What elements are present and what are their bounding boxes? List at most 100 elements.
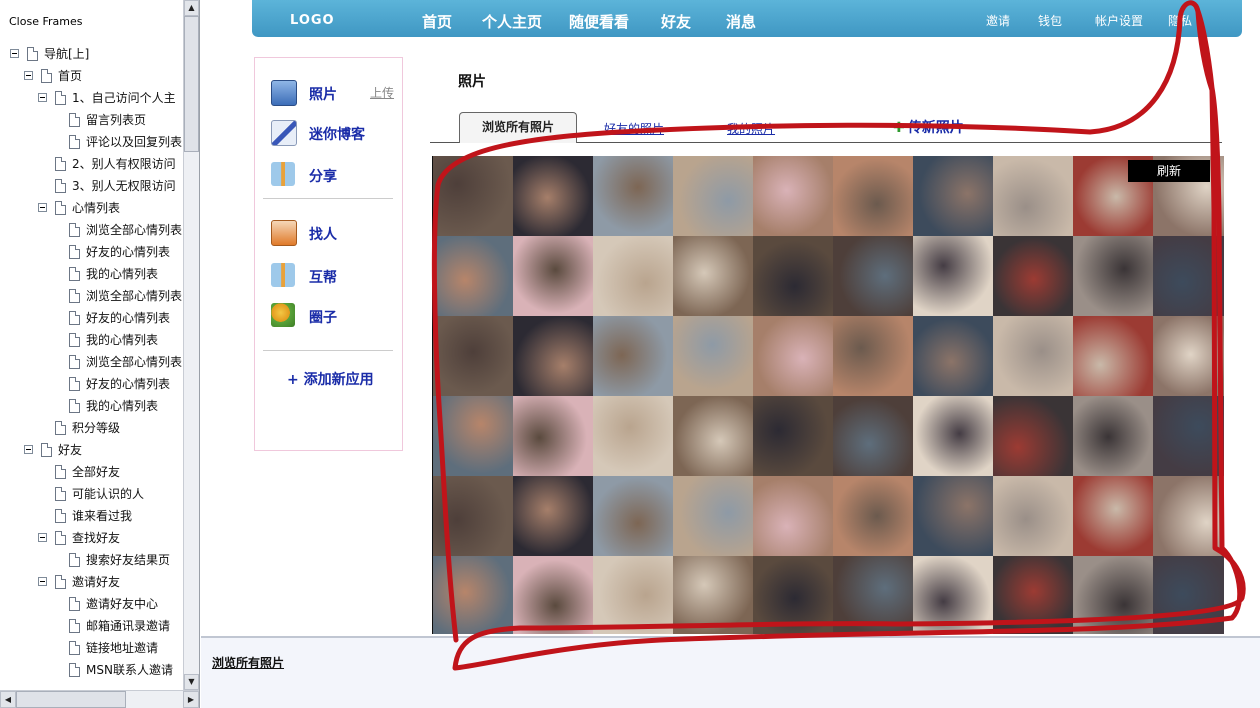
photo-thumbnail[interactable]	[993, 556, 1073, 634]
scroll-down-arrow-icon[interactable]: ▼	[184, 674, 199, 690]
tree-node-label[interactable]: 1、自己访问个人主	[72, 89, 176, 107]
photo-thumbnail[interactable]	[513, 236, 593, 316]
photo-thumbnail[interactable]	[753, 316, 833, 396]
app-circles-label[interactable]: 圈子	[309, 307, 337, 327]
photo-thumbnail[interactable]	[513, 316, 593, 396]
photo-thumbnail[interactable]	[593, 236, 673, 316]
photo-thumbnail[interactable]	[1153, 556, 1224, 634]
photo-thumbnail[interactable]	[1073, 236, 1153, 316]
photo-thumbnail[interactable]	[673, 396, 753, 476]
collapse-toggle-icon[interactable]	[24, 71, 33, 80]
tree-node-label[interactable]: 评论以及回复列表	[86, 133, 182, 151]
refresh-button[interactable]: 刷新	[1128, 160, 1210, 182]
upload-new-photo-label[interactable]: 传新照片	[908, 120, 964, 136]
photo-thumbnail[interactable]	[433, 156, 513, 236]
nav-home[interactable]: 首页	[422, 11, 452, 32]
photo-thumbnail[interactable]	[593, 556, 673, 634]
photo-thumbnail[interactable]	[913, 156, 993, 236]
tab-my-photos[interactable]: 我的照片	[727, 120, 775, 137]
photo-thumbnail[interactable]	[673, 156, 753, 236]
collapse-toggle-icon[interactable]	[38, 533, 47, 542]
photo-thumbnail[interactable]	[1153, 236, 1224, 316]
tree-node-label[interactable]: 好友	[58, 441, 82, 459]
nav-messages[interactable]: 消息	[726, 11, 756, 32]
photo-thumbnail[interactable]	[913, 396, 993, 476]
photo-thumbnail[interactable]	[753, 476, 833, 556]
tree-node-label[interactable]: MSN联系人邀请	[86, 661, 173, 679]
photo-thumbnail[interactable]	[433, 316, 513, 396]
photo-thumbnail[interactable]	[513, 476, 593, 556]
photo-thumbnail[interactable]	[913, 476, 993, 556]
tab-friends-photos[interactable]: 好友的照片	[604, 120, 664, 137]
photo-thumbnail[interactable]	[673, 476, 753, 556]
tree-node-label[interactable]: 好友的心情列表	[86, 309, 170, 327]
photo-thumbnail[interactable]	[593, 396, 673, 476]
tree-node-label[interactable]: 谁来看过我	[72, 507, 132, 525]
photo-thumbnail[interactable]	[1153, 316, 1224, 396]
nav-invite[interactable]: 邀请	[986, 12, 1010, 29]
photo-thumbnail[interactable]	[993, 396, 1073, 476]
tree-node-label[interactable]: 我的心情列表	[86, 265, 158, 283]
photo-thumbnail[interactable]	[993, 156, 1073, 236]
tree-node-label[interactable]: 查找好友	[72, 529, 120, 547]
photo-thumbnail[interactable]	[433, 476, 513, 556]
photo-thumbnail[interactable]	[1073, 556, 1153, 634]
app-photos-label[interactable]: 照片	[309, 84, 337, 104]
collapse-toggle-icon[interactable]	[24, 445, 33, 454]
tree-node-label[interactable]: 全部好友	[72, 463, 120, 481]
collapse-toggle-icon[interactable]	[38, 577, 47, 586]
tree-node-label[interactable]: 邀请好友	[72, 573, 120, 591]
tree-node-label[interactable]: 导航[上]	[44, 45, 89, 63]
photo-thumbnail[interactable]	[993, 236, 1073, 316]
app-mini-blog-label[interactable]: 迷你博客	[309, 124, 365, 144]
tree-node-label[interactable]: 浏览全部心情列表	[86, 287, 182, 305]
photo-thumbnail[interactable]	[1073, 476, 1153, 556]
collapse-toggle-icon[interactable]	[38, 93, 47, 102]
tree-node-label[interactable]: 好友的心情列表	[86, 243, 170, 261]
vertical-scrollbar[interactable]: ▲ ▼	[183, 0, 199, 690]
nav-profile[interactable]: 个人主页	[482, 11, 542, 32]
nav-privacy[interactable]: 隐私	[1168, 12, 1192, 29]
photo-thumbnail[interactable]	[833, 156, 913, 236]
collapse-toggle-icon[interactable]	[10, 49, 19, 58]
photo-thumbnail[interactable]	[673, 236, 753, 316]
photo-thumbnail[interactable]	[513, 556, 593, 634]
tree-node-label[interactable]: 浏览全部心情列表	[86, 353, 182, 371]
nav-friends[interactable]: 好友	[661, 11, 691, 32]
photo-thumbnail[interactable]	[993, 476, 1073, 556]
photo-thumbnail[interactable]	[513, 396, 593, 476]
nav-account-settings[interactable]: 帐户设置	[1095, 12, 1143, 29]
tree-node-label[interactable]: 浏览全部心情列表	[86, 221, 182, 239]
photo-thumbnail[interactable]	[753, 556, 833, 634]
photo-thumbnail[interactable]	[513, 156, 593, 236]
tree-node-label[interactable]: 搜索好友结果页	[86, 551, 170, 569]
tab-all-photos[interactable]: 浏览所有照片	[459, 112, 577, 143]
tree-node-label[interactable]: 心情列表	[72, 199, 120, 217]
photo-thumbnail[interactable]	[753, 236, 833, 316]
photo-thumbnail[interactable]	[753, 396, 833, 476]
photo-thumbnail[interactable]	[593, 316, 673, 396]
photo-thumbnail[interactable]	[1153, 396, 1224, 476]
tree-node-label[interactable]: 好友的心情列表	[86, 375, 170, 393]
photo-thumbnail[interactable]	[913, 316, 993, 396]
photo-thumbnail[interactable]	[1073, 396, 1153, 476]
tree-node-label[interactable]: 我的心情列表	[86, 397, 158, 415]
upload-new-photo-link[interactable]: ✚ 传新照片	[893, 117, 964, 137]
photo-thumbnail[interactable]	[593, 156, 673, 236]
tree-node-label[interactable]: 首页	[58, 67, 82, 85]
photo-thumbnail[interactable]	[433, 396, 513, 476]
scroll-thumb[interactable]	[184, 16, 199, 152]
nav-browse[interactable]: 随便看看	[569, 11, 629, 32]
photo-thumbnail[interactable]	[673, 316, 753, 396]
collapse-toggle-icon[interactable]	[38, 203, 47, 212]
photo-thumbnail[interactable]	[913, 556, 993, 634]
tree-node-label[interactable]: 可能认识的人	[72, 485, 144, 503]
photo-thumbnail[interactable]	[433, 556, 513, 634]
photo-thumbnail[interactable]	[833, 396, 913, 476]
tree-node-label[interactable]: 邀请好友中心	[86, 595, 158, 613]
app-share-label[interactable]: 分享	[309, 166, 337, 186]
photo-thumbnail[interactable]	[833, 236, 913, 316]
photo-thumbnail[interactable]	[833, 476, 913, 556]
tree-node-label[interactable]: 邮箱通讯录邀请	[86, 617, 170, 635]
tree-node-label[interactable]: 链接地址邀请	[86, 639, 158, 657]
